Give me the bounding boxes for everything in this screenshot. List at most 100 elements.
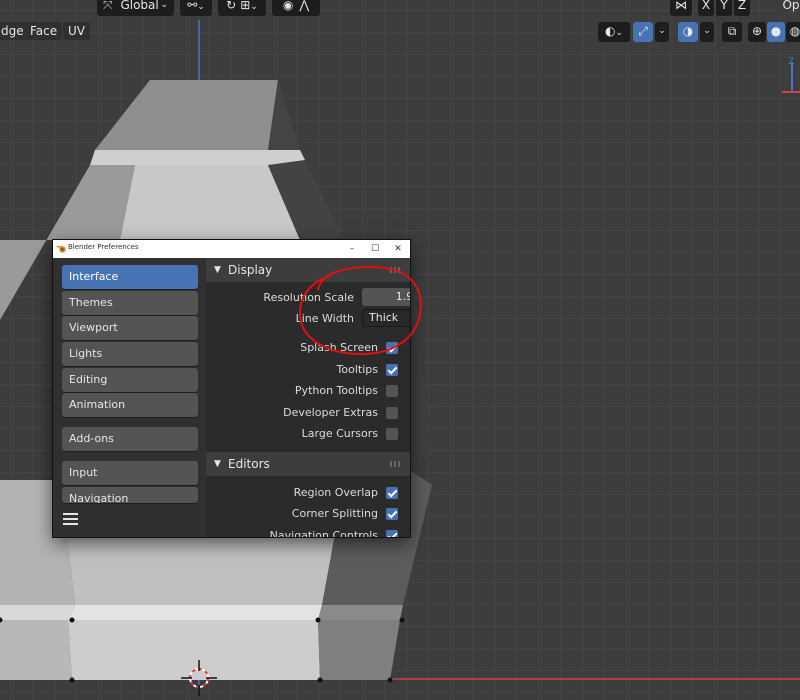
- line-width-value: Thick: [369, 311, 399, 324]
- editors-panel-header[interactable]: ▼ Editors: [206, 452, 410, 476]
- proportional-icon: ◉: [282, 0, 294, 12]
- corner-splitting-checkbox[interactable]: [386, 508, 398, 520]
- tab-label: Themes: [69, 296, 113, 309]
- tab-label: Editing: [69, 373, 108, 386]
- mesh-base-right: [318, 605, 403, 620]
- region-overlap-checkbox[interactable]: [386, 487, 398, 499]
- snap-grid-icon: ⊞: [240, 0, 251, 12]
- tab-themes[interactable]: Themes: [62, 291, 198, 315]
- chevron-down-icon: ⌄: [615, 28, 624, 38]
- developer-extras-label: Developer Extras: [283, 406, 378, 419]
- preferences-window: Blender Preferences – ☐ ✕ Interface Them…: [53, 240, 410, 537]
- mesh-base-front: [68, 605, 322, 620]
- snap-icon: ↻: [226, 0, 237, 12]
- splash-screen-label: Splash Screen: [300, 341, 378, 354]
- pivot-icon: ⚯: [187, 0, 198, 12]
- gizmo-dropdown[interactable]: ⌄: [655, 22, 669, 42]
- close-button[interactable]: ✕: [390, 242, 406, 256]
- mesh-bottom-right: [318, 620, 400, 680]
- mirror-options-button[interactable]: ⋈: [670, 0, 692, 16]
- tab-animation[interactable]: Animation: [62, 393, 198, 417]
- operator-label: Op: [782, 0, 800, 12]
- xray-toggle[interactable]: ⧉: [722, 22, 742, 42]
- mesh-vertex: [387, 677, 393, 683]
- chevron-down-icon: ⌄: [160, 0, 168, 10]
- tab-addons[interactable]: Add-ons: [62, 427, 198, 451]
- transform-orientation-dropdown[interactable]: ⤧ Global ⌄: [97, 0, 174, 16]
- hamburger-icon[interactable]: [63, 512, 78, 525]
- tab-label: Lights: [69, 347, 103, 360]
- display-panel-header[interactable]: ▼ Display: [206, 258, 410, 282]
- navigation-controls-checkbox[interactable]: [386, 530, 398, 537]
- overlays-toggle[interactable]: ◑: [678, 22, 698, 42]
- resolution-scale-field[interactable]: 1.94: [362, 288, 410, 306]
- tab-input[interactable]: Input: [62, 461, 198, 485]
- resolution-scale-value: 1.94: [395, 290, 410, 303]
- menu-face[interactable]: Face: [25, 22, 63, 40]
- tab-interface[interactable]: Interface: [62, 265, 198, 289]
- tab-navigation[interactable]: Navigation: [62, 487, 198, 503]
- mesh-vertex: [69, 677, 75, 683]
- tab-label: Interface: [69, 270, 119, 283]
- proportional-editing-toggle[interactable]: ◉ ⋀: [272, 0, 320, 16]
- gizmo-toggle[interactable]: ⤢: [633, 22, 653, 42]
- tooltips-label: Tooltips: [336, 363, 378, 376]
- drag-grip-icon[interactable]: [390, 461, 402, 467]
- tooltips-checkbox[interactable]: [386, 364, 398, 376]
- eye-icon: ◐: [604, 24, 616, 38]
- minimize-button[interactable]: –: [344, 242, 360, 256]
- menu-uv-label: UV: [68, 24, 85, 38]
- orientation-value: Global: [120, 0, 159, 12]
- python-tooltips-label: Python Tooltips: [294, 384, 378, 397]
- corner-splitting-label: Corner Splitting: [291, 507, 378, 520]
- axis-z-toggle[interactable]: Z: [734, 0, 750, 16]
- menu-face-label: Face: [30, 24, 58, 38]
- chevron-down-icon: ⌄: [703, 26, 711, 36]
- axis-y-label: Y: [720, 0, 728, 12]
- overlays-dropdown[interactable]: ⌄: [700, 22, 714, 42]
- tab-label: Input: [69, 466, 98, 479]
- splash-screen-checkbox[interactable]: [386, 342, 398, 354]
- axis-y-toggle[interactable]: Y: [716, 0, 732, 16]
- shading-material-button[interactable]: ◍: [786, 22, 800, 42]
- python-tooltips-checkbox[interactable]: [386, 385, 398, 397]
- large-cursors-checkbox[interactable]: [386, 428, 398, 440]
- shading-solid-button[interactable]: ●: [767, 22, 785, 42]
- window-title: Blender Preferences: [68, 243, 139, 251]
- tab-editing[interactable]: Editing: [62, 368, 198, 392]
- window-titlebar[interactable]: Blender Preferences – ☐ ✕: [53, 240, 410, 258]
- wireframe-sphere-icon: ⊕: [751, 24, 763, 38]
- developer-extras-checkbox[interactable]: [386, 407, 398, 419]
- tab-lights[interactable]: Lights: [62, 342, 198, 366]
- menu-edge-label: dge: [1, 24, 24, 38]
- tab-label: Add-ons: [69, 432, 114, 445]
- operator-menu-button[interactable]: Op: [776, 0, 800, 16]
- mesh-vertex: [399, 617, 405, 623]
- mesh-vertex: [315, 617, 321, 623]
- tab-viewport[interactable]: Viewport: [62, 316, 198, 340]
- navigation-controls-label: Navigation Controls: [269, 529, 378, 537]
- tab-label: Animation: [69, 398, 126, 411]
- maximize-button[interactable]: ☐: [367, 242, 383, 256]
- panel-title: Display: [228, 263, 273, 277]
- chevron-down-icon: ⌄: [250, 2, 258, 12]
- preferences-content: ▼ Display Resolution Scale 1.94 Line Wid…: [206, 258, 410, 537]
- menu-uv[interactable]: UV: [63, 22, 90, 40]
- mesh-vertex: [317, 677, 323, 683]
- shading-wireframe-button[interactable]: ⊕: [748, 22, 766, 42]
- pivot-point-dropdown[interactable]: ⚯⌄: [180, 0, 212, 16]
- gizmo-icon: ⤢: [638, 24, 648, 38]
- axis-z-label: Z: [737, 0, 747, 12]
- view-object-types-dropdown[interactable]: ◐⌄: [598, 22, 630, 42]
- axis-x-toggle[interactable]: X: [698, 0, 714, 16]
- tab-label: Viewport: [69, 321, 118, 334]
- snap-toggle[interactable]: ↻ ⊞⌄: [218, 0, 266, 16]
- drag-grip-icon[interactable]: [390, 267, 402, 273]
- preferences-sidebar: Interface Themes Viewport Lights Editing…: [53, 258, 206, 537]
- chevron-down-icon: ⌄: [658, 26, 666, 36]
- material-sphere-icon: ◍: [789, 24, 800, 38]
- mesh-vertex: [69, 617, 75, 623]
- line-width-dropdown[interactable]: Thick ⌄: [362, 309, 410, 327]
- gizmo-z-label: Z: [788, 57, 794, 67]
- large-cursors-label: Large Cursors: [301, 427, 378, 440]
